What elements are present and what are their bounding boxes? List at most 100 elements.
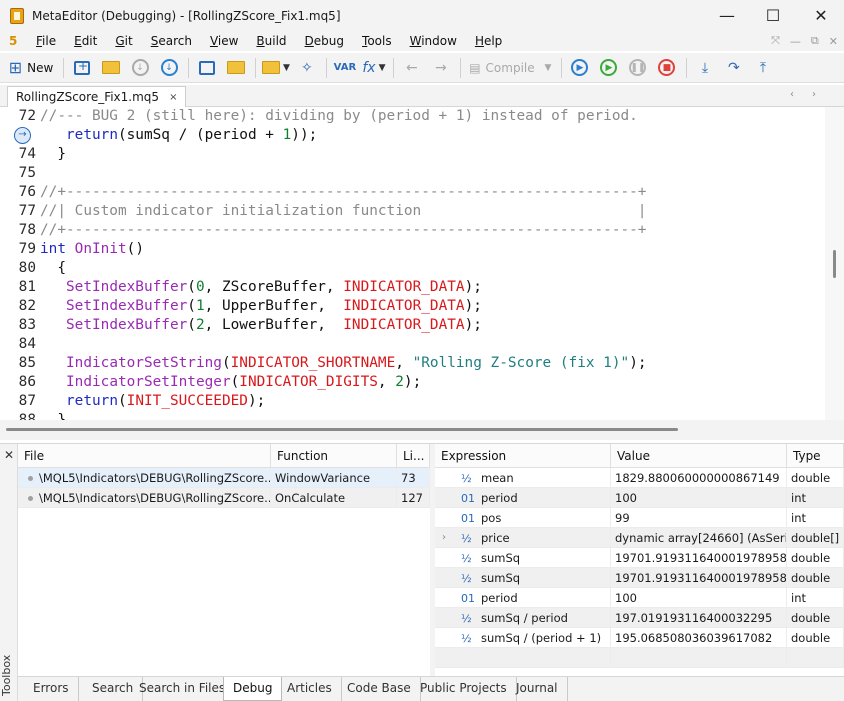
watch-row[interactable]: ½ sumSq / period 197.019193116400032295 dou… bbox=[435, 608, 844, 628]
insert-function-button[interactable]: fx ▼ bbox=[362, 56, 386, 80]
toolbox-tab-errors[interactable]: Errors bbox=[24, 677, 79, 701]
compile-dropdown-button[interactable]: ▼ bbox=[542, 56, 554, 80]
var-button[interactable]: VAR bbox=[333, 56, 357, 80]
column-header-file[interactable]: File bbox=[18, 444, 271, 468]
line-number[interactable]: 75 bbox=[0, 164, 36, 183]
menu-debug[interactable]: Debug bbox=[296, 34, 353, 48]
code-line[interactable]: 76//+-----------------------------------… bbox=[0, 183, 825, 202]
step-over-button[interactable]: ↷ bbox=[722, 56, 746, 80]
code-line[interactable]: → return(sumSq / (period + 1)); bbox=[0, 126, 825, 145]
code-line[interactable]: 79 int OnInit() bbox=[0, 240, 825, 259]
toolbox-tab-journal[interactable]: Journal bbox=[507, 677, 568, 701]
find-dropdown-button[interactable]: ▼ bbox=[262, 56, 290, 80]
toolbox-folder-button[interactable] bbox=[224, 56, 248, 80]
line-number[interactable]: 79 bbox=[0, 240, 36, 259]
code-line[interactable]: 72//--- BUG 2 (still here): dividing by … bbox=[0, 107, 825, 126]
start-history-button[interactable]: ▶ bbox=[597, 56, 621, 80]
watch-row[interactable]: ½ sumSq 19701.919311640001978958 double bbox=[435, 548, 844, 568]
menu-window[interactable]: Window bbox=[401, 34, 466, 48]
code-line[interactable]: 81 SetIndexBuffer(0, ZScoreBuffer, INDIC… bbox=[0, 278, 825, 297]
new-document-button[interactable] bbox=[70, 56, 94, 80]
menu-edit[interactable]: Edit bbox=[65, 34, 106, 48]
watch-row[interactable]: 01 period 100 int bbox=[435, 488, 844, 508]
float-doc-icon[interactable]: ⤧ bbox=[771, 34, 780, 48]
tab-rollingzscore-fix1[interactable]: RollingZScore_Fix1.mq5 × bbox=[7, 86, 187, 107]
code-line[interactable]: 80 { bbox=[0, 259, 825, 278]
new-file-button[interactable]: ⊞ New bbox=[6, 56, 56, 80]
code-line[interactable]: 88 } bbox=[0, 411, 825, 420]
code-line[interactable]: 75 bbox=[0, 164, 825, 183]
line-number[interactable]: 83 bbox=[0, 316, 36, 335]
column-header-expression[interactable]: Expression bbox=[435, 444, 611, 468]
open-folder-button[interactable] bbox=[99, 56, 123, 80]
column-header-line[interactable]: Li... bbox=[397, 444, 430, 468]
code-line[interactable]: 85 IndicatorSetString(INDICATOR_SHORTNAM… bbox=[0, 354, 825, 373]
menu-build[interactable]: Build bbox=[247, 34, 295, 48]
pause-button[interactable]: ❚❚ bbox=[626, 56, 650, 80]
navigator-button[interactable] bbox=[195, 56, 219, 80]
close-window-button[interactable]: ✕ bbox=[798, 0, 844, 31]
mdi-close-icon[interactable]: ✕ bbox=[829, 35, 838, 48]
line-number[interactable]: 82 bbox=[0, 297, 36, 316]
line-number[interactable]: 74 bbox=[0, 145, 36, 164]
code-line[interactable]: 74 } bbox=[0, 145, 825, 164]
watch-row[interactable]: 01 pos 99 int bbox=[435, 508, 844, 528]
call-stack-row[interactable]: \MQL5\Indicators\DEBUG\RollingZScore... O… bbox=[18, 488, 430, 508]
code-line[interactable]: 83 SetIndexBuffer(2, LowerBuffer, INDICA… bbox=[0, 316, 825, 335]
toolbox-tab-articles[interactable]: Articles bbox=[278, 677, 342, 701]
toolbox-close-icon[interactable]: ✕ bbox=[4, 448, 14, 462]
watch-row[interactable]: ½ sumSq 19701.919311640001978958 double bbox=[435, 568, 844, 588]
code-line[interactable]: 77//| Custom indicator initialization fu… bbox=[0, 202, 825, 221]
menu-file[interactable]: File bbox=[27, 34, 65, 48]
watch-row[interactable]: ½ sumSq / (period + 1) 195.068508036039617… bbox=[435, 628, 844, 648]
watch-row[interactable]: ½ mean 1829.880060000000867149 double bbox=[435, 468, 844, 488]
mdi-minimize-icon[interactable]: — bbox=[790, 35, 801, 48]
line-number[interactable]: 87 bbox=[0, 392, 36, 411]
code-line[interactable]: 82 SetIndexBuffer(1, UpperBuffer, INDICA… bbox=[0, 297, 825, 316]
watch-row[interactable]: 01 period 100 int bbox=[435, 588, 844, 608]
toolbox-tab-public-projects[interactable]: Public Projects bbox=[411, 677, 517, 701]
toolbox-tab-code-base[interactable]: Code Base bbox=[338, 677, 421, 701]
menu-tools[interactable]: Tools bbox=[353, 34, 401, 48]
column-header-function[interactable]: Function bbox=[271, 444, 397, 468]
maximize-button[interactable]: ☐ bbox=[750, 0, 796, 31]
forward-button[interactable]: → bbox=[429, 56, 453, 80]
watch-new-expression-row[interactable] bbox=[435, 648, 844, 668]
menu-help[interactable]: Help bbox=[466, 34, 511, 48]
compile-button[interactable]: ▤ Compile bbox=[467, 56, 537, 80]
line-number[interactable]: 76 bbox=[0, 183, 36, 202]
code-line[interactable]: 86 IndicatorSetInteger(INDICATOR_DIGITS,… bbox=[0, 373, 825, 392]
expand-chevron-icon[interactable]: › bbox=[442, 528, 446, 547]
call-stack-row[interactable]: \MQL5\Indicators\DEBUG\RollingZScore... W… bbox=[18, 468, 430, 488]
mdi-restore-icon[interactable]: ⧉ bbox=[811, 34, 819, 48]
toolbox-tab-debug[interactable]: Debug bbox=[223, 677, 283, 701]
editor-vertical-scrollbar[interactable] bbox=[825, 107, 844, 420]
line-number[interactable]: 86 bbox=[0, 373, 36, 392]
tab-close-icon[interactable]: × bbox=[169, 92, 177, 103]
line-number[interactable]: 84 bbox=[0, 335, 36, 354]
code-line[interactable]: 84 bbox=[0, 335, 825, 354]
step-out-button[interactable]: ⤒ bbox=[751, 56, 775, 80]
column-header-value[interactable]: Value bbox=[611, 444, 787, 468]
stop-button[interactable]: ■ bbox=[655, 56, 679, 80]
vertical-scroll-thumb[interactable] bbox=[833, 250, 836, 278]
watch-row[interactable]: › ½ price dynamic array[24660] (AsSeries) do… bbox=[435, 528, 844, 548]
back-button[interactable]: ← bbox=[400, 56, 424, 80]
save-all-button[interactable]: ↓ bbox=[157, 56, 181, 80]
save-button[interactable]: ↓ bbox=[128, 56, 152, 80]
code-line[interactable]: 78//+-----------------------------------… bbox=[0, 221, 825, 240]
line-number[interactable]: 77 bbox=[0, 202, 36, 221]
minimize-button[interactable]: — bbox=[704, 0, 750, 31]
line-number[interactable]: 88 bbox=[0, 411, 36, 420]
code-line[interactable]: 87 return(INIT_SUCCEEDED); bbox=[0, 392, 825, 411]
editor-horizontal-scrollbar[interactable] bbox=[0, 420, 844, 440]
toolbox-tab-search-in-files[interactable]: Search in Files bbox=[130, 677, 236, 701]
menu-git[interactable]: Git bbox=[106, 34, 141, 48]
menu-view[interactable]: View bbox=[201, 34, 247, 48]
start-real-data-button[interactable]: ▶ bbox=[568, 56, 592, 80]
step-into-button[interactable]: ⤓ bbox=[693, 56, 717, 80]
line-number[interactable]: 78 bbox=[0, 221, 36, 240]
line-number[interactable]: 81 bbox=[0, 278, 36, 297]
horizontal-scroll-thumb[interactable] bbox=[6, 428, 678, 431]
tab-scroll-arrows[interactable]: ‹› bbox=[790, 89, 834, 100]
